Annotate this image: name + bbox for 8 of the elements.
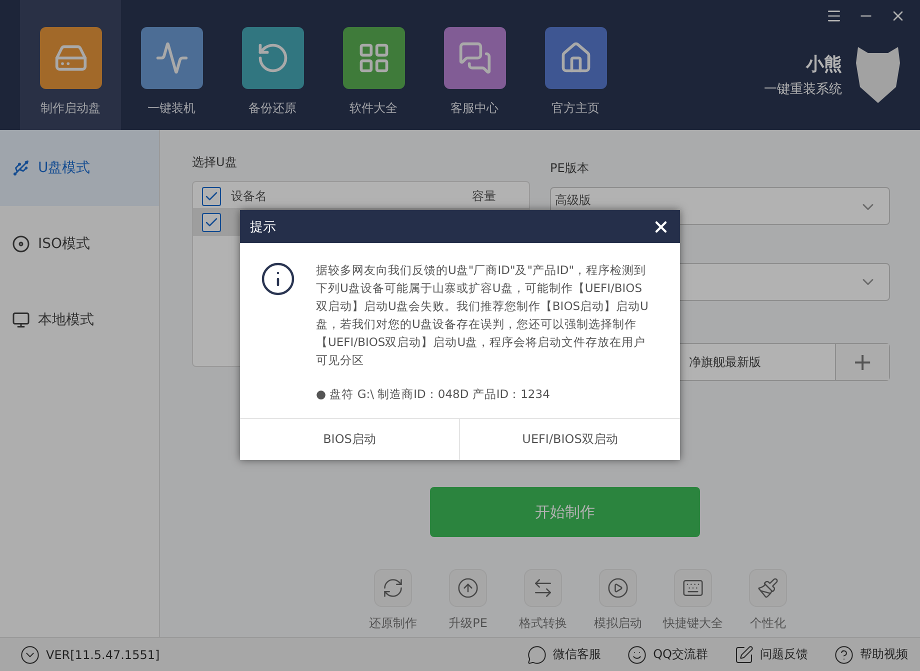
column-header: 设备名 [231,188,268,204]
field-label: PE版本 [550,160,590,177]
field-label: 选择U盘 [192,154,238,171]
device-info: ● 盘符 G:\ 制造商ID：048D 产品ID：1234 [316,387,551,402]
logo-name: 小熊 [806,53,842,76]
column-header: 容量 [471,188,497,204]
logo-slogan: 一键重装系统 [764,81,842,98]
dialog-title: 提示 [250,218,276,236]
